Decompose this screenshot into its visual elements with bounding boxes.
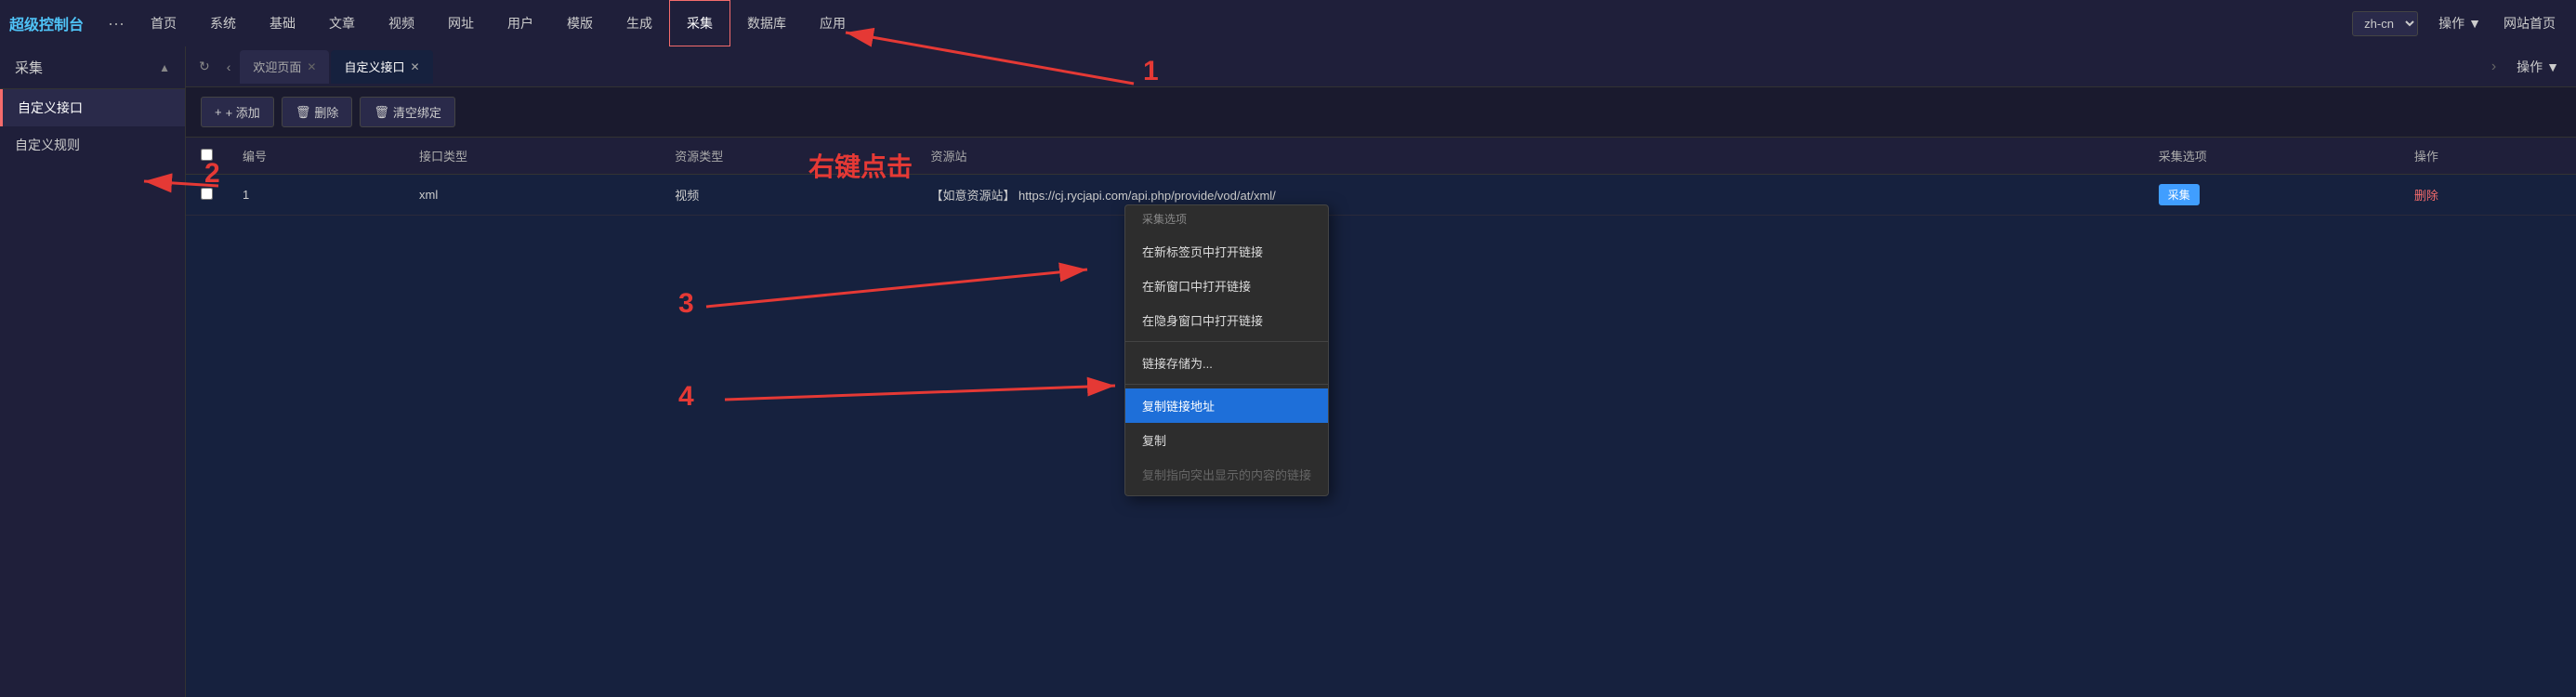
context-menu-copy-link-address[interactable]: 复制链接地址 bbox=[1125, 388, 1328, 423]
nav-user[interactable]: 用户 bbox=[491, 0, 550, 46]
sidebar-title: 采集 bbox=[15, 58, 43, 77]
table-container: 编号 接口类型 资源类型 资源站 采集选项 操作 bbox=[186, 138, 2576, 697]
context-menu: 采集选项 在新标签页中打开链接 在新窗口中打开链接 在隐身窗口中打开链接 链接存… bbox=[1124, 204, 1329, 496]
td-interface-type: xml bbox=[404, 175, 660, 216]
nav-app[interactable]: 应用 bbox=[803, 0, 862, 46]
sidebar-item-custom-interface[interactable]: 自定义接口 bbox=[0, 89, 185, 126]
site-home-button[interactable]: 网站首页 bbox=[2492, 14, 2567, 33]
delete-icon: 🗑 bbox=[296, 105, 311, 120]
top-nav: 超级控制台 ··· 首页 系统 基础 文章 视频 网址 用户 模版 生成 采集 … bbox=[0, 0, 2576, 46]
back-button[interactable]: ‹ bbox=[219, 56, 239, 78]
nav-home[interactable]: 首页 bbox=[134, 0, 193, 46]
tab-welcome[interactable]: 欢迎页面 ✕ bbox=[240, 50, 329, 84]
nav-system[interactable]: 系统 bbox=[193, 0, 253, 46]
clear-button[interactable]: 🗑 清空绑定 bbox=[360, 97, 455, 127]
tab-welcome-label: 欢迎页面 bbox=[253, 58, 301, 75]
nav-basic[interactable]: 基础 bbox=[253, 0, 312, 46]
nav-generate[interactable]: 生成 bbox=[610, 0, 669, 46]
td-collect-options: 采集 bbox=[2144, 175, 2399, 216]
nav-article[interactable]: 文章 bbox=[312, 0, 372, 46]
row-delete-button[interactable]: 删除 bbox=[2414, 189, 2438, 203]
context-menu-copy-highlight-link: 复制指向突出显示的内容的链接 bbox=[1125, 457, 1328, 492]
context-menu-open-incognito[interactable]: 在隐身窗口中打开链接 bbox=[1125, 303, 1328, 337]
tab-ops-button[interactable]: 操作 ▼ bbox=[2505, 58, 2570, 76]
nav-url[interactable]: 网址 bbox=[431, 0, 491, 46]
tab-custom-interface[interactable]: 自定义接口 ✕ bbox=[331, 50, 432, 84]
tab-nav-right[interactable]: › bbox=[2484, 55, 2504, 79]
td-resource-site: 【如意资源站】 https://cj.rycjapi.com/api.php/p… bbox=[915, 175, 2143, 216]
clear-label: 清空绑定 bbox=[393, 103, 441, 121]
refresh-button[interactable]: ↻ bbox=[191, 55, 217, 78]
th-ops: 操作 bbox=[2399, 138, 2576, 175]
toolbar: + + 添加 🗑 删除 🗑 清空绑定 bbox=[186, 87, 2576, 138]
nav-template[interactable]: 模版 bbox=[550, 0, 610, 46]
th-collect-options: 采集选项 bbox=[2144, 138, 2399, 175]
context-menu-section-open: 在新标签页中打开链接 在新窗口中打开链接 在隐身窗口中打开链接 bbox=[1125, 230, 1328, 342]
collect-button[interactable]: 采集 bbox=[2159, 184, 2200, 205]
nav-collect[interactable]: 采集 bbox=[669, 0, 730, 46]
td-id: 1 bbox=[228, 175, 404, 216]
delete-button[interactable]: 🗑 删除 bbox=[282, 97, 353, 127]
data-table: 编号 接口类型 资源类型 资源站 采集选项 操作 bbox=[186, 138, 2576, 216]
select-all-checkbox[interactable] bbox=[201, 149, 213, 161]
tab-bar: ↻ ‹ 欢迎页面 ✕ 自定义接口 ✕ › 操作 ▼ bbox=[186, 46, 2576, 87]
th-resource-type: 资源类型 bbox=[660, 138, 915, 175]
table-row: 1 xml 视频 【如意资源站】 https://cj.rycjapi.com/… bbox=[186, 175, 2576, 216]
context-menu-save-link[interactable]: 链接存储为... bbox=[1125, 346, 1328, 380]
ops-button[interactable]: 操作 ▼ bbox=[2427, 14, 2492, 33]
context-menu-open-new-tab[interactable]: 在新标签页中打开链接 bbox=[1125, 234, 1328, 269]
context-menu-section-save: 链接存储为... bbox=[1125, 342, 1328, 385]
clear-icon: 🗑 bbox=[374, 105, 389, 120]
td-checkbox bbox=[186, 175, 228, 216]
content-area: ↻ ‹ 欢迎页面 ✕ 自定义接口 ✕ › 操作 ▼ bbox=[186, 46, 2576, 697]
row-checkbox[interactable] bbox=[201, 188, 213, 200]
tab-welcome-close[interactable]: ✕ bbox=[307, 60, 316, 73]
sidebar-collapse-button[interactable]: ▲ bbox=[159, 61, 170, 74]
delete-label: 删除 bbox=[314, 103, 338, 121]
th-interface-type: 接口类型 bbox=[404, 138, 660, 175]
brand-logo: 超级控制台 bbox=[9, 12, 84, 34]
context-menu-copy[interactable]: 复制 bbox=[1125, 423, 1328, 457]
sidebar-item-custom-rule[interactable]: 自定义规则 bbox=[0, 126, 185, 164]
context-menu-header: 采集选项 bbox=[1125, 205, 1328, 230]
context-menu-section-copy: 复制链接地址 复制 复制指向突出显示的内容的链接 bbox=[1125, 385, 1328, 495]
th-resource-site: 资源站 bbox=[915, 138, 2143, 175]
tab-custom-interface-close[interactable]: ✕ bbox=[411, 60, 420, 73]
lang-select[interactable]: zh-cn en-us bbox=[2352, 11, 2418, 36]
add-button[interactable]: + + 添加 bbox=[201, 97, 274, 127]
more-button[interactable]: ··· bbox=[99, 14, 134, 33]
td-resource-type: 视频 bbox=[660, 175, 915, 216]
nav-database[interactable]: 数据库 bbox=[730, 0, 803, 46]
th-checkbox bbox=[186, 138, 228, 175]
tab-custom-interface-label: 自定义接口 bbox=[344, 58, 404, 75]
nav-video[interactable]: 视频 bbox=[372, 0, 431, 46]
td-ops: 删除 bbox=[2399, 175, 2576, 216]
sidebar-header: 采集 ▲ bbox=[0, 46, 185, 89]
sidebar: 采集 ▲ 自定义接口 自定义规则 bbox=[0, 46, 186, 697]
th-id: 编号 bbox=[228, 138, 404, 175]
context-menu-open-new-window[interactable]: 在新窗口中打开链接 bbox=[1125, 269, 1328, 303]
add-label: + 添加 bbox=[226, 103, 260, 121]
add-icon: + bbox=[215, 105, 222, 119]
